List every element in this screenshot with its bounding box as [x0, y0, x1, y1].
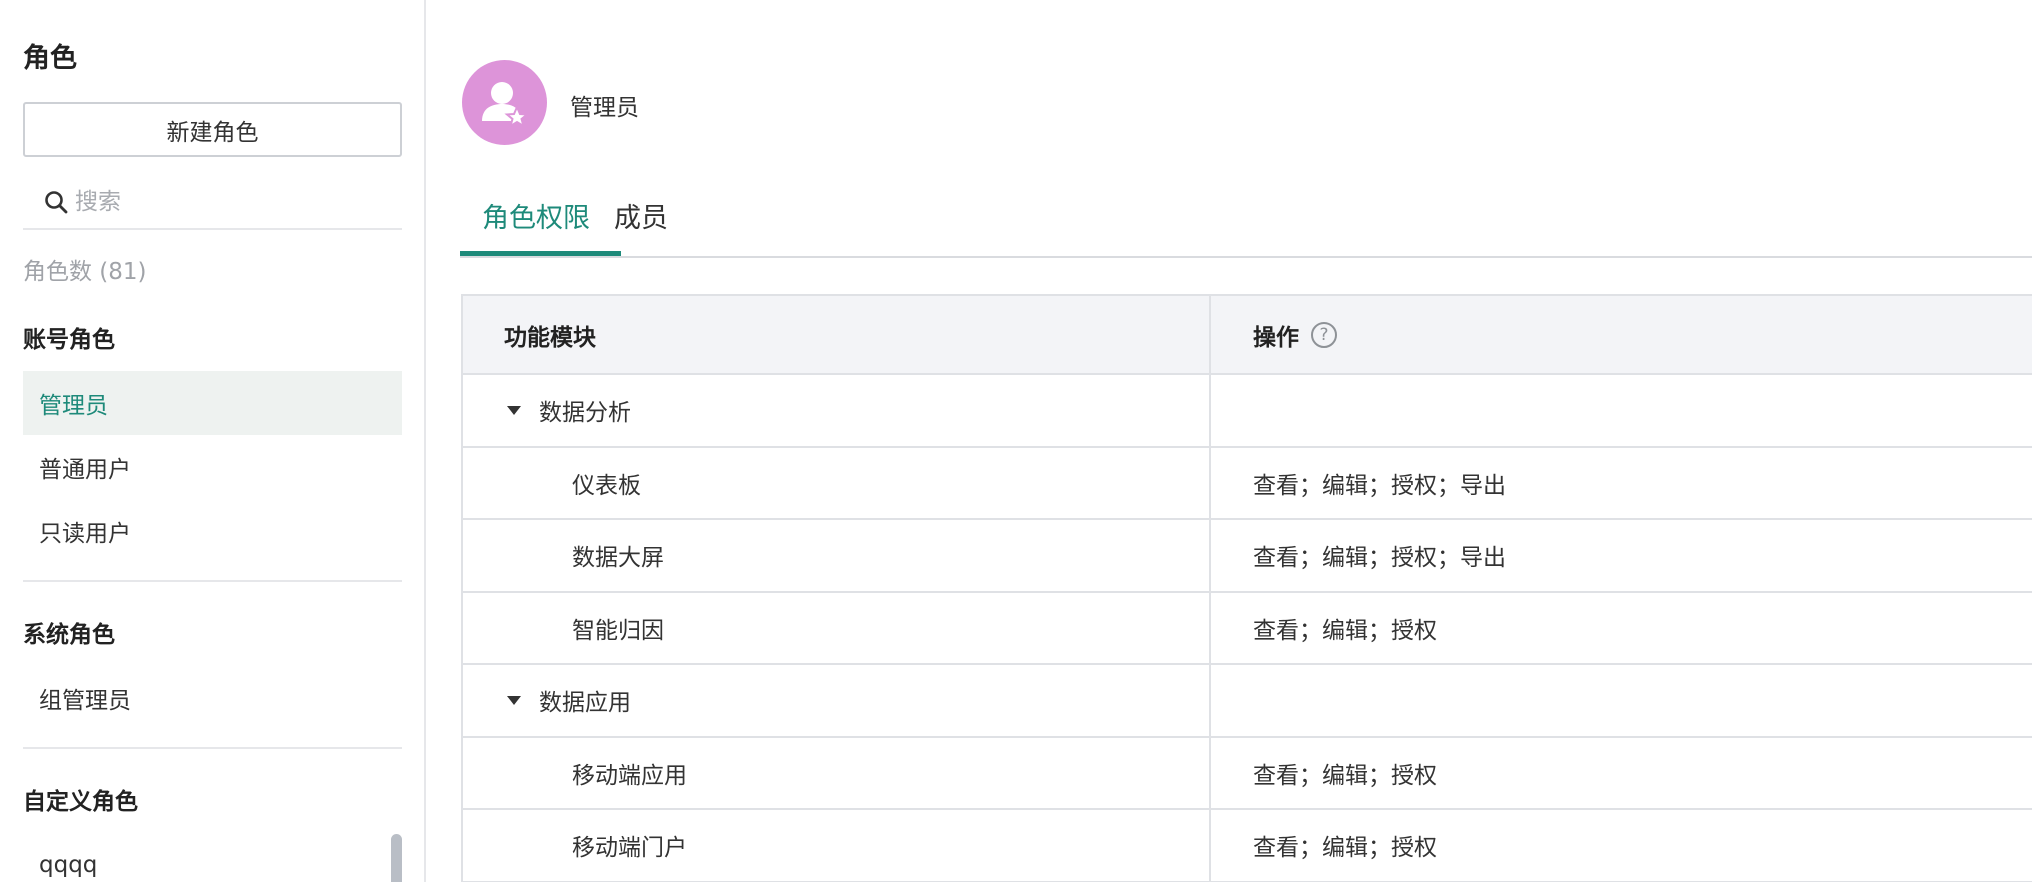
table-cell-module[interactable]: 数据分析 [463, 375, 1211, 446]
table-cell-module: 移动端应用 [463, 737, 1211, 808]
table-cell-ops: 查看；编辑；授权；导出 [1213, 448, 2032, 519]
tab-label: 角色权限 [482, 203, 590, 234]
table-cell-ops: 查看；编辑；授权 [1213, 738, 2032, 809]
sidebar-scrollbar[interactable] [391, 834, 402, 882]
module-name: 智能归因 [572, 617, 664, 644]
tab-label: 成员 [614, 203, 668, 234]
table-cell-ops [1213, 665, 2032, 736]
table-header-cell: 功能模块 [463, 296, 1211, 373]
role-avatar [462, 60, 547, 145]
ops-text: 查看；编辑；授权 [1253, 762, 1437, 789]
tab-role-permissions[interactable]: 角色权限 [482, 196, 590, 258]
search-input[interactable] [75, 184, 395, 220]
sidebar-divider [23, 747, 402, 749]
main-panel: 管理员 角色权限 成员 功能模块 操作 ? 数据分析 仪表板 查看；编辑；授权；… [428, 0, 2032, 882]
table-cell-module: 智能归因 [463, 592, 1211, 663]
table-cell-module[interactable]: 数据应用 [463, 665, 1211, 736]
tab-members[interactable]: 成员 [614, 196, 668, 258]
module-name: 数据应用 [539, 690, 631, 717]
table-cell-ops: 查看；编辑；授权 [1213, 593, 2032, 664]
module-name: 仪表板 [572, 472, 641, 499]
role-item-qqqq[interactable]: qqqq [23, 833, 402, 882]
table-row: 数据大屏 查看；编辑；授权；导出 [463, 520, 2032, 593]
table-header-row: 功能模块 操作 ? [463, 296, 2032, 375]
user-star-icon [482, 82, 530, 129]
ops-text: 查看；编辑；授权 [1253, 617, 1437, 644]
table-cell-module: 仪表板 [463, 447, 1211, 518]
table-cell-module: 移动端门户 [463, 810, 1211, 881]
permissions-table: 功能模块 操作 ? 数据分析 仪表板 查看；编辑；授权；导出 数据大屏 查看；编… [461, 294, 2032, 882]
table-row: 数据分析 [463, 375, 2032, 448]
role-sidebar: 角色 新建角色 角色数 (81) 账号角色 管理员 普通用户 只读用户 系统角色… [0, 0, 426, 882]
table-cell-ops: 查看；编辑；授权；导出 [1213, 520, 2032, 591]
ops-text: 查看；编辑；授权；导出 [1253, 545, 1506, 572]
module-name: 数据分析 [539, 400, 631, 427]
header-operations: 操作 [1253, 324, 1299, 351]
ops-text: 查看；编辑；授权；导出 [1253, 472, 1506, 499]
sidebar-divider [23, 580, 402, 582]
table-row: 移动端门户 查看；编辑；授权 [463, 810, 2032, 882]
role-item-group-admin[interactable]: 组管理员 [23, 666, 402, 730]
table-cell-ops: 查看；编辑；授权 [1213, 810, 2032, 881]
table-row: 仪表板 查看；编辑；授权；导出 [463, 447, 2032, 520]
group-title-account-roles: 账号角色 [23, 327, 115, 353]
role-item-admin[interactable]: 管理员 [23, 371, 402, 435]
module-name: 移动端应用 [572, 762, 687, 789]
header-module: 功能模块 [504, 324, 596, 351]
help-icon[interactable]: ? [1311, 321, 1337, 348]
role-name: 管理员 [570, 95, 639, 121]
active-tab-indicator [460, 251, 621, 256]
table-row: 智能归因 查看；编辑；授权 [463, 592, 2032, 665]
role-item-readonly-user[interactable]: 只读用户 [23, 499, 402, 563]
table-cell-ops [1213, 375, 2032, 446]
table-header-cell: 操作 ? [1213, 296, 2032, 373]
caret-down-icon[interactable] [507, 695, 521, 705]
role-item-normal-user[interactable]: 普通用户 [23, 435, 402, 499]
group-title-custom-roles: 自定义角色 [23, 789, 138, 815]
search-icon [45, 191, 68, 214]
caret-down-icon[interactable] [507, 405, 521, 415]
table-row: 移动端应用 查看；编辑；授权 [463, 737, 2032, 810]
ops-text: 查看；编辑；授权 [1253, 835, 1437, 862]
role-count: 角色数 (81) [23, 259, 147, 285]
group-title-system-roles: 系统角色 [23, 622, 115, 648]
new-role-button[interactable]: 新建角色 [23, 102, 402, 157]
module-name: 数据大屏 [572, 545, 664, 572]
table-cell-module: 数据大屏 [463, 520, 1211, 591]
module-name: 移动端门户 [572, 835, 687, 862]
tab-bar: 角色权限 成员 [460, 196, 2032, 258]
sidebar-title: 角色 [23, 43, 77, 74]
table-row: 数据应用 [463, 665, 2032, 738]
search-box [23, 176, 402, 230]
